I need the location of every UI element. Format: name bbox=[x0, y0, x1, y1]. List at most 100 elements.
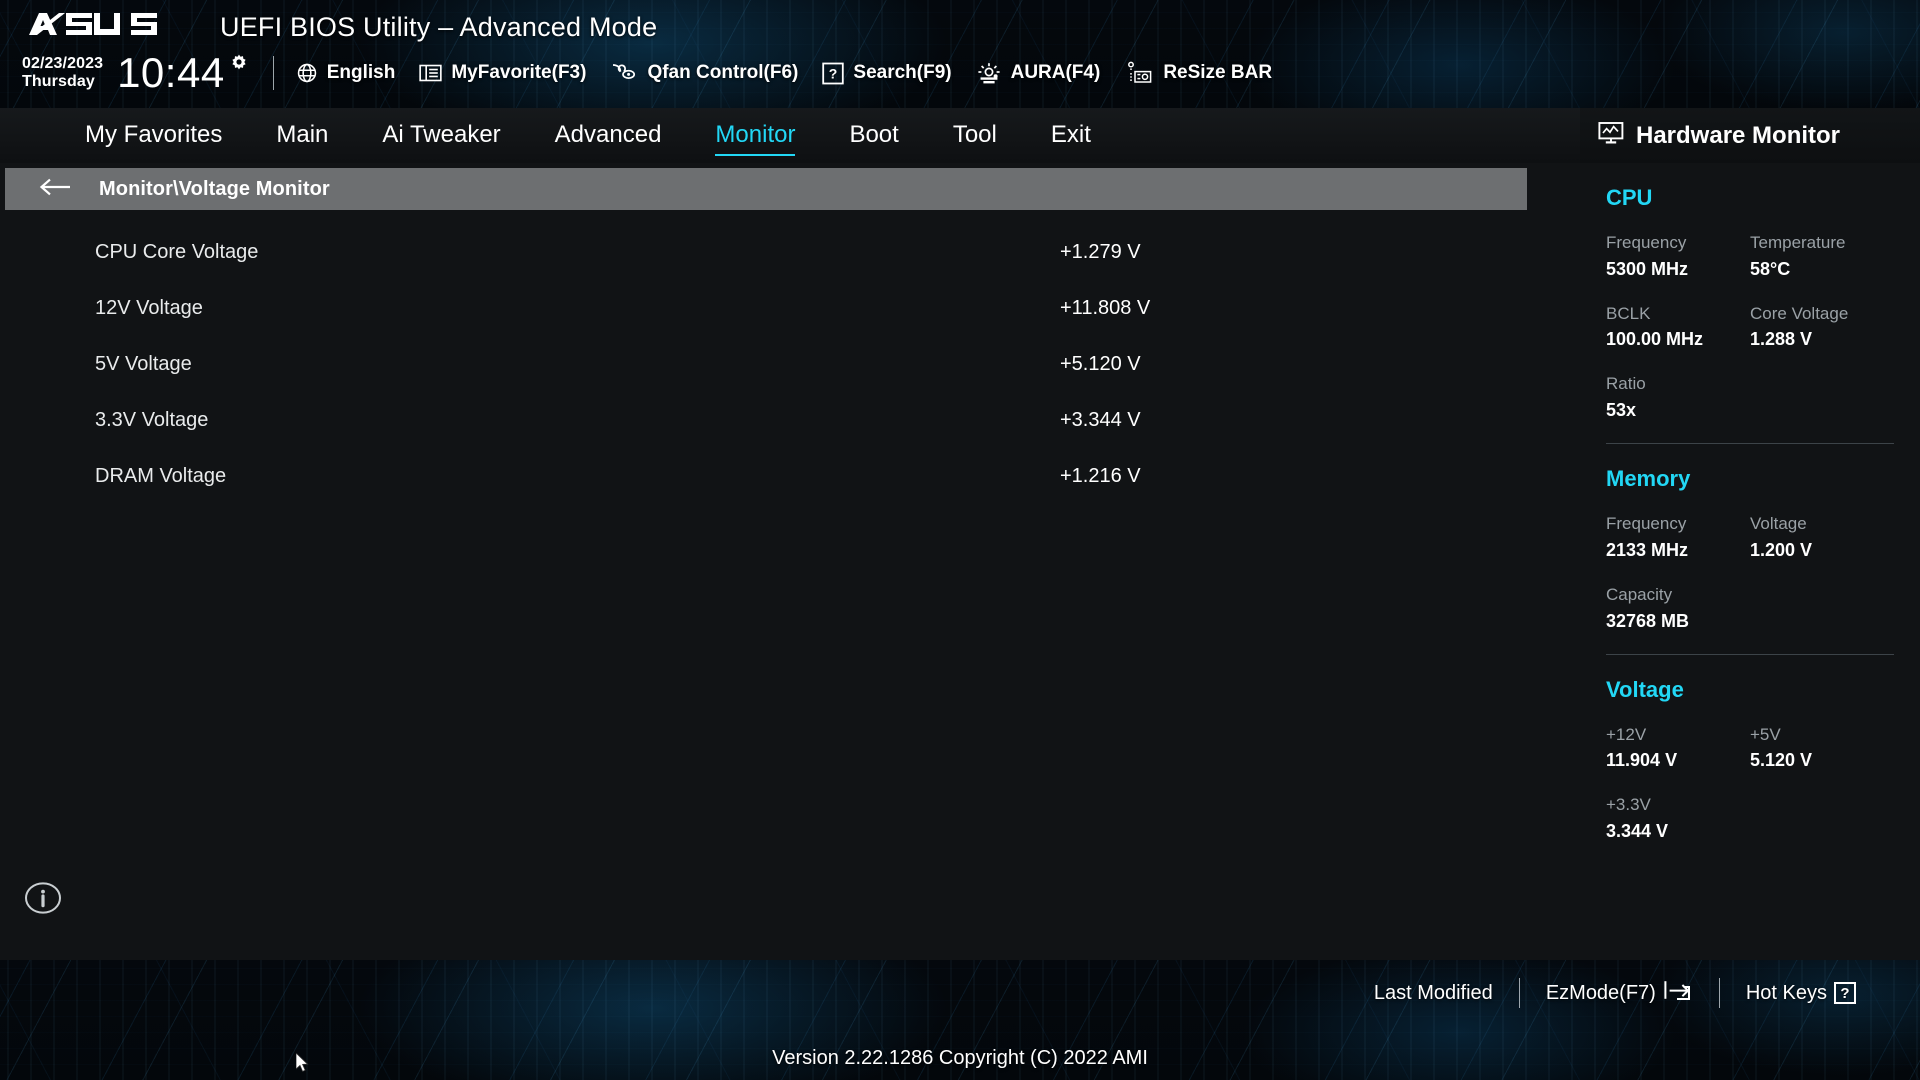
question-box-icon: ? bbox=[1834, 982, 1856, 1004]
cpu-frequency-label: Frequency bbox=[1606, 233, 1687, 252]
header-divider bbox=[272, 56, 274, 90]
resize-bar-label: ReSize BAR bbox=[1163, 62, 1273, 83]
voltage-33v-value: 3.344 V bbox=[1606, 821, 1669, 842]
memory-capacity-label: Capacity bbox=[1606, 584, 1673, 604]
cpu-ratio-value: 53x bbox=[1606, 400, 1637, 421]
footer-divider bbox=[1518, 978, 1520, 1008]
voltage-12v: +12V 11.904 V bbox=[1606, 723, 1750, 774]
list-icon bbox=[419, 63, 442, 83]
voltage-5v-value: 5.120 V bbox=[1750, 750, 1813, 771]
cpu-temperature-value: 58°C bbox=[1750, 258, 1791, 279]
hardware-monitor-header: Hardware Monitor bbox=[1580, 108, 1920, 163]
qfan-control-button[interactable]: Qfan Control(F6) bbox=[610, 61, 798, 85]
footer: Last Modified EzMode(F7) Hot Keys ? Vers… bbox=[0, 960, 1920, 1080]
main-nav: My Favorites Main Ai Tweaker Advanced Mo… bbox=[0, 108, 1580, 163]
row-value: +11.808 V bbox=[1060, 296, 1151, 319]
mouse-cursor bbox=[295, 1052, 310, 1078]
breadcrumb[interactable]: Monitor\Voltage Monitor bbox=[5, 168, 1527, 210]
tab-boot[interactable]: Boot bbox=[822, 119, 925, 153]
aura-button[interactable]: AURA(F4) bbox=[976, 61, 1101, 85]
aura-label: AURA(F4) bbox=[1010, 62, 1101, 83]
row-label: 5V Voltage bbox=[95, 352, 192, 375]
cpu-temperature: Temperature 58°C bbox=[1750, 231, 1894, 282]
hardware-monitor-sidebar: CPU Frequency 5300 MHz Temperature 58°C … bbox=[1580, 163, 1920, 960]
cpu-core-voltage-label: Core Voltage bbox=[1750, 303, 1849, 323]
tab-ai-tweaker[interactable]: Ai Tweaker bbox=[355, 119, 527, 153]
header-bottom-row: 02/23/2023 Thursday 10:44 English MyFavo… bbox=[22, 47, 1920, 99]
table-row[interactable]: 3.3V Voltage +3.344 V bbox=[0, 392, 1580, 448]
table-row[interactable]: DRAM Voltage +1.216 V bbox=[0, 448, 1580, 504]
memory-voltage-label: Voltage bbox=[1750, 514, 1807, 534]
date-value: 02/23/2023 bbox=[22, 55, 104, 73]
search-label: Search(F9) bbox=[853, 62, 952, 83]
hot-keys-label: Hot Keys bbox=[1745, 981, 1827, 1004]
aura-light-icon bbox=[976, 61, 1002, 85]
memory-voltage: Voltage 1.200 V bbox=[1750, 512, 1894, 563]
info-icon[interactable] bbox=[24, 879, 62, 922]
tab-my-favorites[interactable]: My Favorites bbox=[58, 119, 249, 153]
globe-icon bbox=[296, 62, 318, 84]
section-title-voltage: Voltage bbox=[1606, 676, 1684, 702]
weekday-value: Thursday bbox=[22, 73, 95, 90]
hot-keys-button[interactable]: Hot Keys ? bbox=[1720, 982, 1882, 1005]
voltage-33v-label: +3.3V bbox=[1606, 795, 1651, 815]
sidebar-divider bbox=[1606, 443, 1894, 445]
cpu-row-3: Ratio 53x bbox=[1606, 372, 1894, 423]
voltage-row-1: +12V 11.904 V +5V 5.120 V bbox=[1606, 723, 1894, 774]
row-value: +1.216 V bbox=[1060, 464, 1141, 487]
monitor-icon bbox=[1598, 121, 1625, 150]
tab-exit[interactable]: Exit bbox=[1024, 119, 1118, 153]
row-value: +1.279 V bbox=[1060, 240, 1141, 263]
row-value: +3.344 V bbox=[1060, 408, 1141, 431]
cpu-ratio-label: Ratio bbox=[1606, 374, 1646, 394]
gear-icon[interactable] bbox=[227, 52, 251, 81]
last-modified-button[interactable]: Last Modified bbox=[1348, 982, 1519, 1005]
fan-icon bbox=[610, 61, 638, 85]
cpu-core-voltage: Core Voltage 1.288 V bbox=[1750, 302, 1894, 353]
header-toolbar: English MyFavorite(F3) Qfan Control(F6) … bbox=[296, 60, 1272, 86]
ezmode-button[interactable]: EzMode(F7) bbox=[1520, 978, 1719, 1008]
row-label: DRAM Voltage bbox=[95, 464, 227, 487]
language-button[interactable]: English bbox=[296, 62, 395, 84]
tab-advanced[interactable]: Advanced bbox=[528, 119, 689, 153]
last-modified-label: Last Modified bbox=[1373, 981, 1493, 1004]
memory-frequency-value: 2133 MHz bbox=[1606, 539, 1689, 560]
voltage-5v: +5V 5.120 V bbox=[1750, 723, 1894, 774]
resize-bar-button[interactable]: ReSize BAR bbox=[1124, 60, 1272, 86]
search-button[interactable]: ? Search(F9) bbox=[822, 62, 952, 85]
cpu-frequency: Frequency 5300 MHz bbox=[1606, 231, 1750, 282]
memory-voltage-value: 1.200 V bbox=[1750, 539, 1813, 560]
tab-monitor[interactable]: Monitor bbox=[688, 119, 822, 156]
row-value: +5.120 V bbox=[1060, 352, 1141, 375]
myfavorite-button[interactable]: MyFavorite(F3) bbox=[419, 62, 586, 84]
cpu-core-voltage-value: 1.288 V bbox=[1750, 329, 1813, 350]
asus-logo bbox=[28, 10, 198, 44]
table-row[interactable]: CPU Core Voltage +1.279 V bbox=[0, 224, 1580, 280]
footer-divider bbox=[1718, 978, 1720, 1008]
voltage-33v: +3.3V 3.344 V bbox=[1606, 793, 1894, 844]
memory-capacity: Capacity 32768 MB bbox=[1606, 583, 1894, 634]
back-arrow-icon[interactable] bbox=[39, 177, 73, 202]
cpu-bclk-value: 100.00 MHz bbox=[1606, 329, 1704, 350]
cpu-temperature-label: Temperature bbox=[1750, 233, 1846, 252]
hardware-monitor-title: Hardware Monitor bbox=[1636, 121, 1841, 149]
date-display: 02/23/2023 Thursday bbox=[22, 55, 103, 91]
cpu-bclk-label: BCLK bbox=[1606, 303, 1651, 323]
ezmode-label: EzMode(F7) bbox=[1545, 981, 1656, 1004]
memory-frequency-label: Frequency bbox=[1606, 514, 1687, 534]
myfavorite-label: MyFavorite(F3) bbox=[451, 62, 587, 83]
section-title-memory: Memory bbox=[1606, 466, 1691, 492]
tab-tool[interactable]: Tool bbox=[926, 119, 1024, 153]
clock-value: 10:44 bbox=[117, 49, 225, 96]
table-row[interactable]: 5V Voltage +5.120 V bbox=[0, 336, 1580, 392]
memory-row-1: Frequency 2133 MHz Voltage 1.200 V bbox=[1606, 512, 1894, 563]
memory-capacity-value: 32768 MB bbox=[1606, 610, 1690, 631]
tab-main[interactable]: Main bbox=[249, 119, 355, 153]
qfan-control-label: Qfan Control(F6) bbox=[647, 62, 799, 83]
cpu-ratio: Ratio 53x bbox=[1606, 372, 1894, 423]
voltage-12v-label: +12V bbox=[1606, 724, 1647, 744]
sidebar-divider bbox=[1606, 653, 1894, 655]
table-row[interactable]: 12V Voltage +11.808 V bbox=[0, 280, 1580, 336]
header: UEFI BIOS Utility – Advanced Mode 02/23/… bbox=[0, 0, 1920, 108]
voltage-row-2: +3.3V 3.344 V bbox=[1606, 793, 1894, 844]
